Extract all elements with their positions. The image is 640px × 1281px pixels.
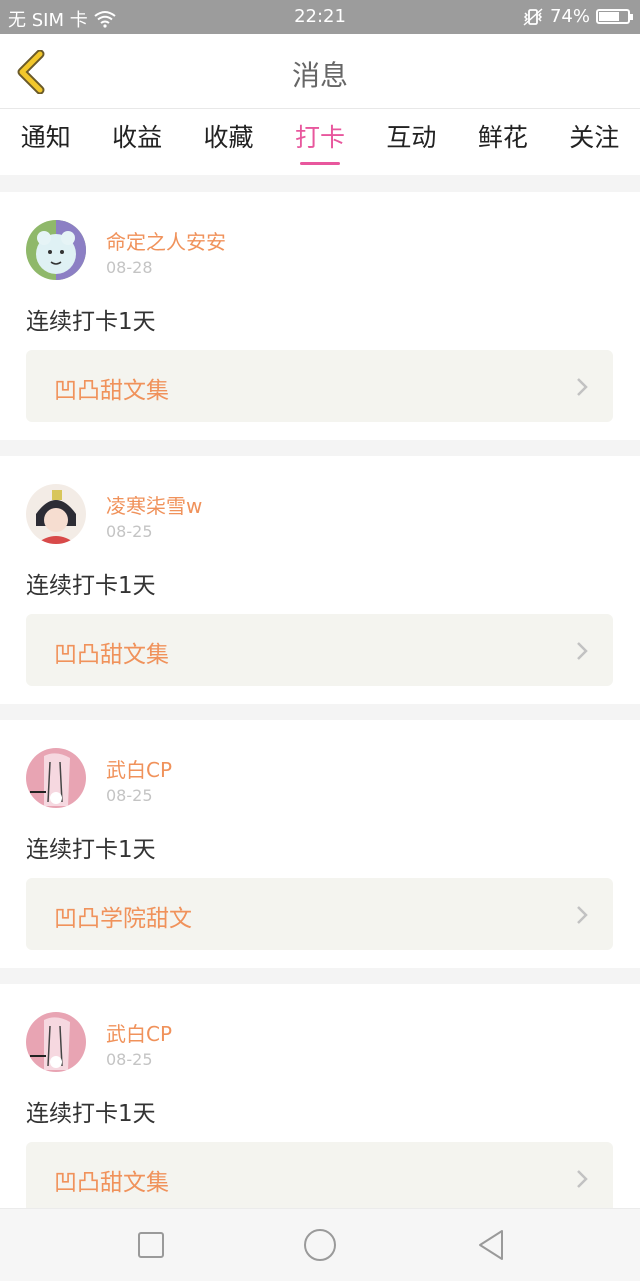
checkin-text: 连续打卡1天 [26,573,156,599]
tab-follow[interactable]: 关注 [549,109,640,175]
post-date: 08-25 [106,1050,153,1069]
list-item: 凌寒柒雪w 08-25 连续打卡1天 凹凸甜文集 [0,456,640,704]
tab-earnings[interactable]: 收益 [91,109,182,175]
tab-favorites[interactable]: 收藏 [183,109,274,175]
topic-link[interactable]: 凹凸学院甜文 [26,878,613,950]
tab-interaction[interactable]: 互动 [366,109,457,175]
tab-notice[interactable]: 通知 [0,109,91,175]
tab-flowers[interactable]: 鲜花 [457,109,548,175]
topic-name: 凹凸甜文集 [54,642,169,668]
list-item: 命定之人安安 08-28 连续打卡1天 凹凸甜文集 [0,192,640,440]
avatar[interactable] [26,1012,86,1072]
tab-bar: 通知 收益 收藏 打卡 互动 鲜花 关注 [0,109,640,175]
topic-name: 凹凸甜文集 [54,1170,169,1196]
user-name[interactable]: 凌寒柒雪w [106,490,202,519]
checkin-text: 连续打卡1天 [26,309,156,335]
page-title: 消息 [291,59,348,92]
checkin-list: 命定之人安安 08-28 连续打卡1天 凹凸甜文集 凌寒柒雪w 08-25 连续… [0,192,640,1248]
chevron-right-icon [577,1170,588,1188]
system-nav-bar [0,1208,640,1281]
user-name[interactable]: 武白CP [106,754,172,783]
avatar[interactable] [26,484,86,544]
topic-name: 凹凸学院甜文 [54,906,192,932]
topic-link[interactable]: 凹凸甜文集 [26,1142,613,1214]
post-date: 08-25 [106,786,153,805]
chevron-right-icon [577,906,588,924]
chevron-right-icon [577,378,588,396]
checkin-text: 连续打卡1天 [26,837,156,863]
post-date: 08-28 [106,258,153,277]
status-bar: 无 SIM 卡 22:21 74% [0,0,640,34]
square-recent-icon[interactable] [133,1227,169,1263]
battery-percent: 74% [549,6,590,27]
tab-checkin[interactable]: 打卡 [274,109,365,175]
battery-icon [596,9,633,24]
topic-link[interactable]: 凹凸甜文集 [26,350,613,422]
header-bar: 消息 [0,34,640,109]
list-item: 武白CP 08-25 连续打卡1天 凹凸学院甜文 [0,720,640,968]
vibrate-icon [523,7,543,26]
checkin-text: 连续打卡1天 [26,1101,156,1127]
user-name[interactable]: 命定之人安安 [106,226,226,255]
topic-link[interactable]: 凹凸甜文集 [26,614,613,686]
user-name[interactable]: 武白CP [106,1018,172,1047]
circle-home-icon[interactable] [302,1227,338,1263]
topic-name: 凹凸甜文集 [54,378,169,404]
list-item: 武白CP 08-25 连续打卡1天 凹凸甜文集 [0,984,640,1232]
triangle-back-icon[interactable] [474,1227,510,1263]
post-date: 08-25 [106,522,153,541]
avatar[interactable] [26,220,86,280]
avatar[interactable] [26,748,86,808]
chevron-right-icon [577,642,588,660]
